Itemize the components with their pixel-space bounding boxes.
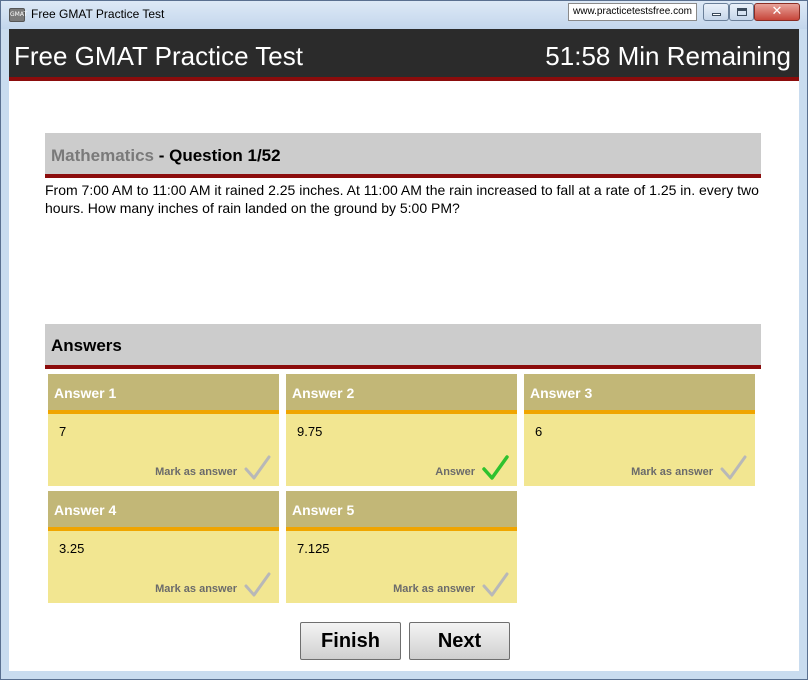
app-title: Free GMAT Practice Test [14, 41, 303, 71]
app-icon: GMAT [9, 8, 27, 22]
app-header: Free GMAT Practice Test 51:58 Min Remain… [9, 29, 799, 81]
answer-card-header: Answer 2 [286, 374, 517, 414]
answer-value: 7.125 [297, 541, 330, 556]
mark-as-answer-link[interactable]: Mark as answer [155, 583, 237, 595]
answer-card-header: Answer 3 [524, 374, 755, 414]
answers-header: Answers [45, 324, 761, 369]
answer-card-header: Answer 1 [48, 374, 279, 414]
time-remaining: 51:58 Min Remaining [545, 41, 791, 71]
test-content: Free GMAT Practice Test 51:58 Min Remain… [9, 29, 799, 671]
selected-answer-label[interactable]: Answer [435, 466, 475, 478]
answer-label: Answer 1 [54, 385, 117, 401]
answer-value: 9.75 [297, 424, 323, 439]
checkmark-icon[interactable] [243, 454, 271, 482]
checkmark-icon[interactable] [481, 571, 509, 599]
answer-value: 6 [535, 424, 543, 439]
subject-label: Mathematics [51, 146, 154, 165]
website-link[interactable]: www.practicetestsfree.com [568, 3, 697, 21]
question-text: From 7:00 AM to 11:00 AM it rained 2.25 … [45, 182, 759, 216]
minimize-icon [712, 13, 721, 16]
answer-label: Answer 4 [54, 502, 117, 518]
mark-as-answer-link[interactable]: Mark as answer [155, 466, 237, 478]
answer-label: Answer 3 [530, 385, 593, 401]
answer-card-4[interactable]: Answer 4 3.25 Mark as answer [48, 491, 279, 603]
answer-value: 3.25 [59, 541, 85, 556]
close-icon: ✕ [771, 4, 783, 19]
maximize-icon [737, 8, 747, 16]
question-header: Mathematics - Question 1/52 [45, 133, 761, 178]
close-button[interactable]: ✕ [754, 3, 800, 21]
answer-label: Answer 5 [292, 502, 355, 518]
finish-button[interactable]: Finish [300, 622, 401, 660]
answer-label: Answer 2 [292, 385, 355, 401]
answer-card-header: Answer 5 [286, 491, 517, 531]
question-number: - Question 1/52 [153, 146, 281, 165]
answer-card-3[interactable]: Answer 3 6 Mark as answer [524, 374, 755, 486]
mark-as-answer-link[interactable]: Mark as answer [393, 583, 475, 595]
app-window: GMAT Free GMAT Practice Test www.practic… [0, 0, 808, 680]
title-bar[interactable]: GMAT Free GMAT Practice Test www.practic… [1, 1, 807, 29]
minimize-button[interactable] [703, 3, 729, 21]
checkmark-icon[interactable] [243, 571, 271, 599]
mark-as-answer-link[interactable]: Mark as answer [631, 466, 713, 478]
answer-card-header: Answer 4 [48, 491, 279, 531]
next-button[interactable]: Next [409, 622, 510, 660]
answer-card-2[interactable]: Answer 2 9.75 Answer [286, 374, 517, 486]
checkmark-selected-icon[interactable] [481, 454, 509, 482]
answer-card-5[interactable]: Answer 5 7.125 Mark as answer [286, 491, 517, 603]
answer-value: 7 [59, 424, 67, 439]
checkmark-icon[interactable] [719, 454, 747, 482]
question-heading: Mathematics - Question 1/52 [51, 146, 281, 166]
window-title: Free GMAT Practice Test [31, 7, 165, 21]
answer-card-1[interactable]: Answer 1 7 Mark as answer [48, 374, 279, 486]
answers-title: Answers [51, 336, 122, 355]
maximize-button[interactable] [729, 3, 754, 21]
